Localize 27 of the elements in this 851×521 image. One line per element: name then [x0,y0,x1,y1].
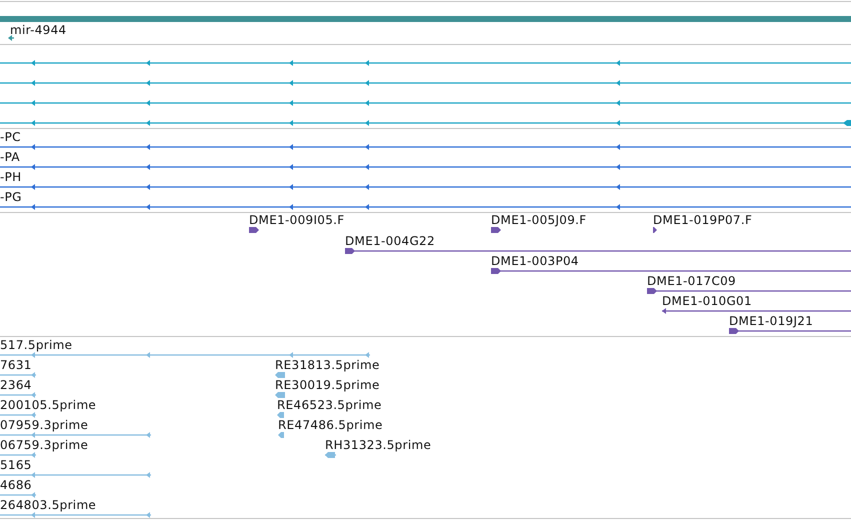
feature-label: 264803.5prime [0,498,96,512]
feature-label: 4686 [0,478,32,492]
feature-label: DME1-019J21 [729,314,814,328]
feature-label: DME1-005J09.F [491,213,586,227]
feature-label: DME1-010G01 [662,294,752,308]
feature-label: DME1-004G22 [345,234,435,248]
feature-label: DME1-009I05.F [249,213,344,227]
feature-label: RE46523.5prime [277,398,382,412]
feature-label: 517.5prime [0,338,72,352]
feature-label: DME1-017C09 [647,274,736,288]
feature-label: -PG [0,190,22,204]
feature-label: 200105.5prime [0,398,96,412]
feature-label: -PH [0,170,22,184]
feature-label: 07959.3prime [0,418,88,432]
feature-label: -PA [0,150,20,164]
feature-label: 5165 [0,458,32,472]
feature-label: 06759.3prime [0,438,88,452]
feature-label: mir-4944 [10,23,66,37]
feature-label: RE47486.5prime [278,418,383,432]
feature-label: -PC [0,130,21,144]
feature-label: DME1-003P04 [491,254,579,268]
feature-label: RE30019.5prime [275,378,380,392]
feature-label: RH31323.5prime [325,438,432,452]
feature-label: DME1-019P07.F [653,213,752,227]
feature-label: RE31813.5prime [275,358,380,372]
feature-label: 2364 [0,378,32,392]
feature-label: 7631 [0,358,32,372]
